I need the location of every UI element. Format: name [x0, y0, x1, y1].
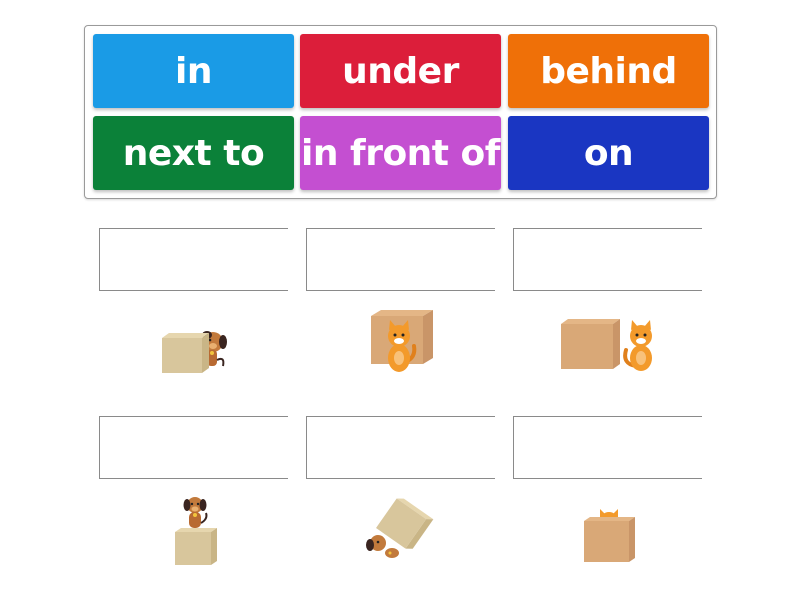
tile-in-front-of[interactable]: in front of [300, 116, 501, 190]
box-icon [162, 333, 209, 373]
dog-on-box-image [175, 497, 217, 565]
dog-behind-box-image [162, 331, 227, 373]
drop-slot-1[interactable] [99, 228, 288, 291]
dog-icon [183, 497, 208, 528]
tile-behind[interactable]: behind [508, 34, 709, 108]
drop-slot-4[interactable] [99, 416, 288, 479]
box-icon [561, 319, 620, 369]
cat-next-to-box-image [561, 319, 652, 371]
cat-in-box-image [584, 509, 635, 562]
cat-icon [623, 320, 652, 371]
tile-under[interactable]: under [300, 34, 501, 108]
box-icon [584, 517, 635, 562]
tile-in[interactable]: in [93, 34, 294, 108]
tile-next-to[interactable]: next to [93, 116, 294, 190]
cat-in-front-of-box-image [371, 310, 433, 372]
drop-slot-6[interactable] [513, 416, 702, 479]
tile-on[interactable]: on [508, 116, 709, 190]
dog-under-box-image [366, 498, 434, 558]
drop-slot-5[interactable] [306, 416, 495, 479]
box-icon [175, 528, 217, 565]
drop-slot-3[interactable] [513, 228, 702, 291]
drop-slot-2[interactable] [306, 228, 495, 291]
